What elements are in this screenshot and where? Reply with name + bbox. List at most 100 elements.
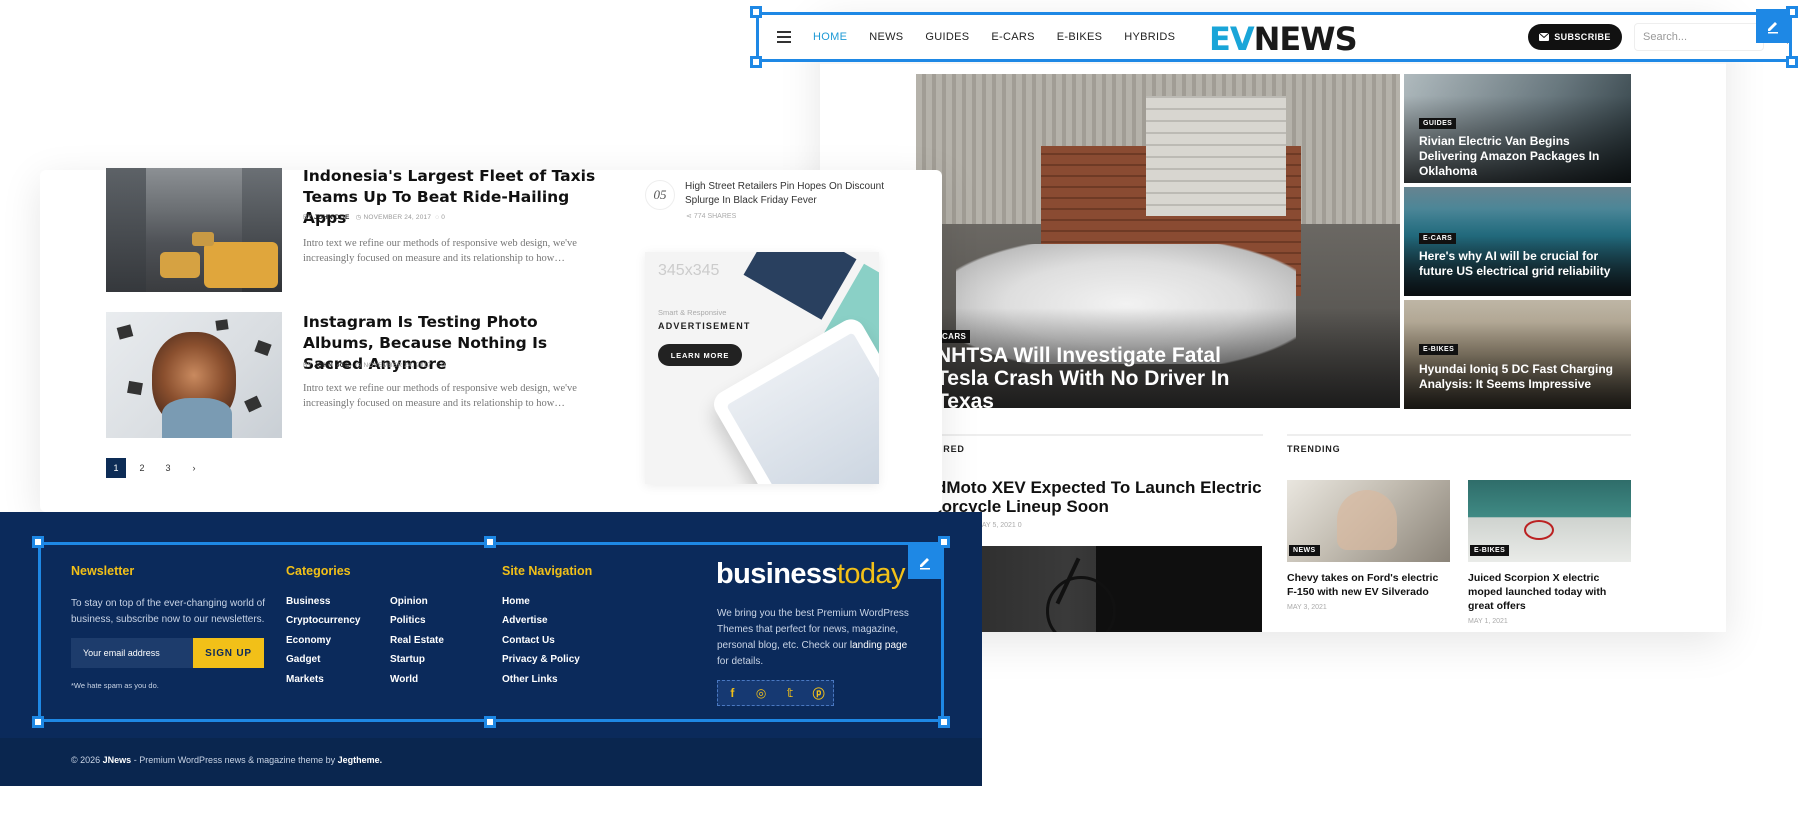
comment-icon: ◌ xyxy=(435,214,440,221)
post-intro: Intro text we refine our methods of resp… xyxy=(303,383,577,409)
learn-more-button[interactable]: LEARN MORE xyxy=(658,344,742,366)
trending-image[interactable]: E-BIKES xyxy=(1468,480,1631,562)
search-input[interactable]: Search... xyxy=(1634,23,1764,51)
site-nav-link[interactable]: Other Links xyxy=(502,674,558,685)
copyright: © 2026 JNews - Premium WordPress news & … xyxy=(71,755,382,765)
trending-item[interactable]: NEWS Chevy takes on Ford's electric F-15… xyxy=(1287,480,1450,611)
landing-page-link[interactable]: landing page xyxy=(850,640,907,651)
category-link[interactable]: Markets xyxy=(286,674,324,685)
nav-news[interactable]: NEWS xyxy=(869,31,903,43)
menu-icon[interactable] xyxy=(777,31,791,43)
subscribe-label: SUBSCRIBE xyxy=(1554,32,1611,42)
side-post-title[interactable]: Here's why AI will be crucial for future… xyxy=(1419,249,1614,279)
comment-icon: ◌ xyxy=(435,362,440,369)
featured-image[interactable] xyxy=(936,546,1262,632)
post-intro: Intro text we refine our methods of resp… xyxy=(303,238,577,264)
evnews-header[interactable]: HOME NEWS GUIDES E-CARS E-BIKES HYBRIDS … xyxy=(756,12,1792,62)
twitter-icon[interactable]: 𝕥 xyxy=(783,686,797,700)
post-by: BY xyxy=(303,214,312,221)
hero-post[interactable]: CARS NHTSA Will Investigate Fatal Tesla … xyxy=(916,74,1400,408)
post-comments[interactable]: 0 xyxy=(441,214,445,221)
trending-divider xyxy=(1287,434,1631,436)
page-3[interactable]: 3 xyxy=(158,458,178,478)
page-2[interactable]: 2 xyxy=(132,458,152,478)
trending-title[interactable]: Chevy takes on Ford's electric F-150 wit… xyxy=(1287,571,1450,599)
side-post[interactable]: E-CARS Here's why AI will be crucial for… xyxy=(1404,187,1631,296)
hero-category-badge[interactable]: CARS xyxy=(938,330,971,343)
selection-handle[interactable] xyxy=(1786,56,1798,68)
copyright-brand[interactable]: JNews xyxy=(103,755,132,765)
trending-date: MAY 3, 2021 xyxy=(1287,604,1327,611)
trending-badge[interactable]: NEWS xyxy=(1289,545,1320,556)
trending-image[interactable]: NEWS xyxy=(1287,480,1450,562)
category-link[interactable]: Business xyxy=(286,596,330,607)
side-post-badge[interactable]: E-CARS xyxy=(1419,233,1457,244)
nav-guides[interactable]: GUIDES xyxy=(925,31,969,43)
nav-e-bikes[interactable]: E-BIKES xyxy=(1057,31,1103,43)
side-post[interactable]: GUIDES Rivian Electric Van Begins Delive… xyxy=(1404,74,1631,183)
category-link[interactable]: World xyxy=(390,674,418,685)
logo-business: business xyxy=(716,558,838,590)
hero-title[interactable]: NHTSA Will Investigate Fatal Tesla Crash… xyxy=(936,344,1266,408)
ad-size: 345x345 xyxy=(658,262,720,279)
selection-handle[interactable] xyxy=(484,716,496,728)
site-nav-link[interactable]: Contact Us xyxy=(502,635,555,646)
post-meta: BY JOHN DOE ◷ NOVEMBER 24, 2017 ◌ 0 xyxy=(303,361,445,369)
selection-handle[interactable] xyxy=(484,536,496,548)
copyright-author[interactable]: Jegtheme. xyxy=(338,755,383,765)
spam-note: *We hate spam as you do. xyxy=(71,681,159,690)
site-nav-link[interactable]: Advertise xyxy=(502,615,548,626)
subscribe-button[interactable]: SUBSCRIBE xyxy=(1528,24,1622,50)
instagram-icon[interactable]: ◎ xyxy=(754,686,768,700)
selection-handle[interactable] xyxy=(938,716,950,728)
trending-label: TRENDING xyxy=(1287,444,1341,454)
category-link[interactable]: Opinion xyxy=(390,596,428,607)
sign-up-button[interactable]: SIGN UP xyxy=(193,638,264,668)
facebook-icon[interactable]: f xyxy=(725,686,739,700)
categories-heading: Categories xyxy=(286,564,351,578)
trending-badge[interactable]: E-BIKES xyxy=(1470,545,1510,556)
email-field[interactable]: Your email address xyxy=(71,638,193,668)
copyright-text: - Premium WordPress news & magazine them… xyxy=(133,755,336,765)
featured-title[interactable]: dMoto XEV Expected To Launch Electric to… xyxy=(936,478,1266,516)
post-date: NOVEMBER 24, 2017 xyxy=(363,362,432,369)
side-post[interactable]: E-BIKES Hyundai Ioniq 5 DC Fast Charging… xyxy=(1404,300,1631,409)
side-post-title[interactable]: Hyundai Ioniq 5 DC Fast Charging Analysi… xyxy=(1419,362,1614,392)
nav-home[interactable]: HOME xyxy=(813,31,847,43)
selection-handle[interactable] xyxy=(32,536,44,548)
post-author[interactable]: JOHN DOE xyxy=(314,362,350,369)
selection-handle[interactable] xyxy=(750,56,762,68)
pinterest-icon[interactable]: ⓟ xyxy=(812,685,826,702)
category-link[interactable]: Economy xyxy=(286,635,331,646)
selection-handle[interactable] xyxy=(32,716,44,728)
category-link[interactable]: Startup xyxy=(390,654,425,665)
edit-pencil-icon[interactable] xyxy=(1756,9,1790,43)
category-link[interactable]: Politics xyxy=(390,615,426,626)
post-image[interactable] xyxy=(106,168,282,292)
trending-title[interactable]: Juiced Scorpion X electric moped launche… xyxy=(1468,571,1631,613)
page-1[interactable]: 1 xyxy=(106,458,126,478)
post-author[interactable]: JOHN DOE xyxy=(314,214,350,221)
category-link[interactable]: Cryptocurrency xyxy=(286,615,360,626)
advertisement-box[interactable]: 345x345 Smart & Responsive ADVERTISEMENT… xyxy=(645,252,879,484)
evnews-logo[interactable]: EVNEWS xyxy=(1209,20,1358,58)
trending-item[interactable]: E-BIKES Juiced Scorpion X electric moped… xyxy=(1468,480,1631,625)
category-link[interactable]: Real Estate xyxy=(390,635,444,646)
post-image[interactable] xyxy=(106,312,282,438)
edit-pencil-icon[interactable] xyxy=(908,545,942,579)
post-comments[interactable]: 0 xyxy=(441,362,445,369)
selection-handle[interactable] xyxy=(750,6,762,18)
side-post-badge[interactable]: E-BIKES xyxy=(1419,344,1459,355)
businesstoday-logo[interactable]: businesstoday xyxy=(716,558,905,591)
nav-hybrids[interactable]: HYBRIDS xyxy=(1124,31,1175,43)
category-link[interactable]: Gadget xyxy=(286,654,320,665)
nav-e-cars[interactable]: E-CARS xyxy=(991,31,1034,43)
next-page-chevron-icon[interactable]: › xyxy=(184,458,204,478)
site-nav-link[interactable]: Home xyxy=(502,596,530,607)
logo-ev: EV xyxy=(1209,20,1255,58)
rank-title[interactable]: High Street Retailers Pin Hopes On Disco… xyxy=(685,180,885,208)
side-post-title[interactable]: Rivian Electric Van Begins Delivering Am… xyxy=(1419,134,1614,179)
side-post-badge[interactable]: GUIDES xyxy=(1419,118,1457,129)
site-nav-link[interactable]: Privacy & Policy xyxy=(502,654,580,665)
post-meta: BY JOHN DOE ◷ NOVEMBER 24, 2017 ◌ 0 xyxy=(303,213,445,221)
